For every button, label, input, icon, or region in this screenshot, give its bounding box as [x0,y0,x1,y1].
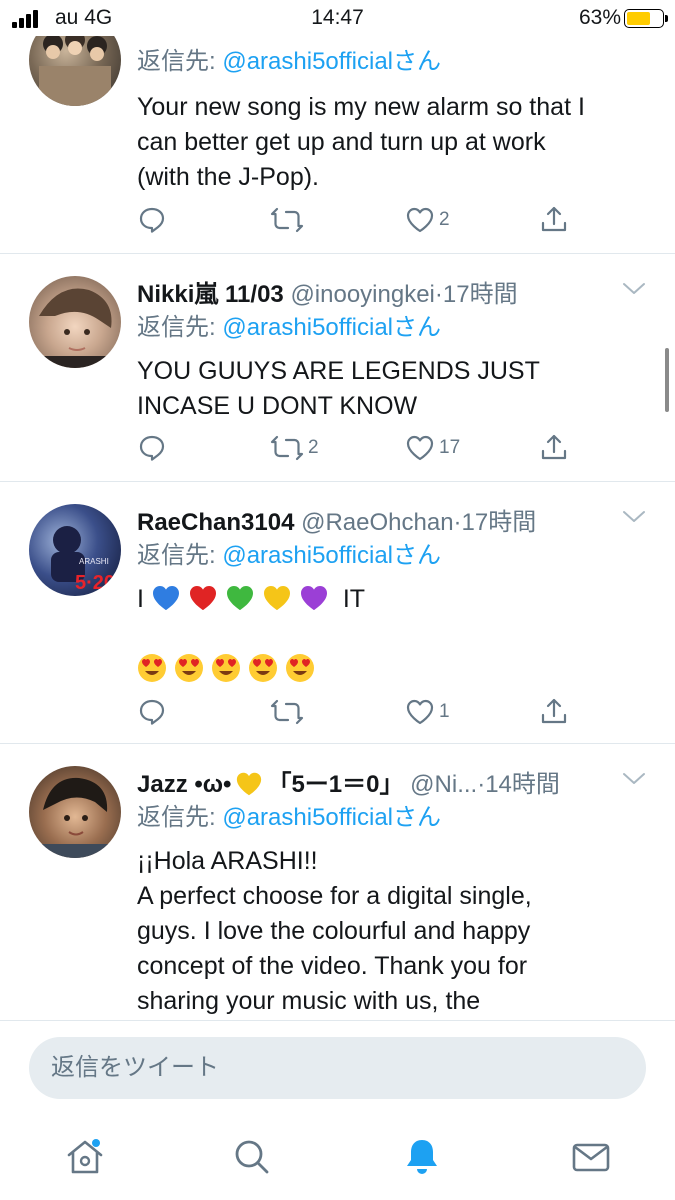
notifications-icon [407,1140,437,1174]
messages-icon [572,1143,610,1172]
handle[interactable]: @inooyingkei [290,281,434,308]
share-button[interactable] [539,428,569,468]
heart-eyes-face-icon [138,654,166,683]
heart-eyes-face-icon [249,654,277,683]
tab-notifications[interactable] [392,1132,452,1182]
separator: · [434,281,443,308]
like-count: 1 [439,701,450,722]
purple-heart-icon [300,586,327,611]
heart-eyes-face-icon [175,654,203,683]
mention-link[interactable]: @arashi5officialさん [222,542,441,569]
timeline[interactable]: 返信先: @arashi5officialさん Your new song is… [0,0,675,1020]
heart-icon [406,207,434,233]
reply-icon [139,435,165,461]
tweet-text: ¡¡Hola ARASHI!! A perfect choose for a d… [137,847,532,1015]
like-count: 2 [439,209,450,230]
tweet-header: Nikki嵐 11/03 @inooyingkei·17時間 [137,274,653,310]
clock: 14:47 [311,6,364,29]
search-icon [235,1140,269,1174]
mention-link[interactable]: @arashi5officialさん [222,314,441,341]
tab-search[interactable] [222,1132,282,1182]
avatar[interactable] [29,766,121,858]
status-bar: au 4G 14:47 63% [0,0,675,36]
notification-dot [92,1139,100,1147]
display-name[interactable]: Nikki嵐 11/03 [137,281,284,308]
blue-heart-icon [152,586,179,611]
separator: · [453,509,462,536]
retweet-icon [270,207,304,233]
share-icon [541,434,567,460]
tweet[interactable]: Jazz •ω• 「5ー1＝0」 @Ni...·14時間 返信先: @arashi… [0,744,675,1020]
scrollbar[interactable] [665,348,669,412]
tweet[interactable]: 返信先: @arashi5officialさん Your new song is… [0,0,675,254]
tweet-text: YOU GUUYS ARE LEGENDS JUST INCASE U DONT… [137,357,540,420]
reply-icon [139,207,165,233]
display-name[interactable]: Jazz •ω• 「5ー1＝0」 [137,771,404,798]
red-heart-icon [189,586,216,611]
retweet-button[interactable] [270,200,308,240]
chevron-down-icon[interactable] [621,506,647,526]
reply-to: 返信先: @arashi5officialさん [137,804,442,831]
reply-button[interactable] [137,692,167,732]
tweet[interactable]: ARASHI 5·20 RaeChan3104 @RaeOhchan·17時間 返… [0,482,675,744]
chevron-down-icon[interactable] [621,768,647,788]
avatar[interactable] [29,276,121,368]
display-name[interactable]: RaeChan3104 [137,509,294,536]
tab-bar [0,1114,675,1200]
mention-link[interactable]: @arashi5officialさん [222,48,441,75]
tweet-text: Your new song is my new alarm so that I … [137,93,585,191]
share-button[interactable] [539,692,569,732]
yellow-heart-icon [237,772,262,795]
mention-link[interactable]: @arashi5officialさん [222,804,441,831]
tweet-text: I IT [137,582,653,687]
reply-input[interactable] [29,1037,646,1099]
handle[interactable]: @Ni... [410,771,477,798]
like-button[interactable]: 1 [405,692,450,732]
share-button[interactable] [539,200,569,240]
tweet-header: RaeChan3104 @RaeOhchan·17時間 [137,502,653,538]
reply-to: 返信先: @arashi5officialさん [137,314,442,341]
heart-eyes-face-icon [212,654,240,683]
tweet[interactable]: Nikki嵐 11/03 @inooyingkei·17時間 返信先: @ara… [0,254,675,482]
handle[interactable]: @RaeOhchan [301,509,453,536]
timestamp: 17時間 [461,509,537,536]
tab-messages[interactable] [561,1132,621,1182]
separator: · [477,771,486,798]
reply-composer [0,1020,675,1114]
battery-icon [624,9,668,28]
reply-icon [139,699,165,725]
home-icon [67,1140,103,1174]
like-count: 17 [439,437,461,458]
timestamp: 17時間 [442,281,518,308]
green-heart-icon [226,586,253,611]
tweet-header: Jazz •ω• 「5ー1＝0」 @Ni...·14時間 [137,764,653,800]
share-icon [541,698,567,724]
retweet-button[interactable] [270,692,308,732]
share-icon [541,206,567,232]
retweet-button[interactable]: 2 [270,428,319,468]
reply-to: 返信先: @arashi5officialさん [137,542,442,569]
retweet-icon [270,435,304,461]
avatar[interactable]: ARASHI 5·20 [29,504,121,596]
heart-icon [406,435,434,461]
tab-home[interactable] [55,1132,115,1182]
reply-button[interactable] [137,428,167,468]
chevron-down-icon[interactable] [621,278,647,298]
svg-text:5·20: 5·20 [75,572,115,594]
like-button[interactable]: 17 [405,428,460,468]
retweet-icon [270,699,304,725]
battery-percent: 63% [578,6,621,29]
heart-icon [406,699,434,725]
reply-button[interactable] [137,200,167,240]
yellow-heart-icon [263,586,290,611]
like-button[interactable]: 2 [405,200,450,240]
retweet-count: 2 [308,437,319,458]
svg-text:ARASHI: ARASHI [79,557,109,566]
heart-eyes-face-icon [286,654,314,683]
timestamp: 14時間 [485,771,560,798]
reply-to: 返信先: @arashi5officialさん [137,48,442,75]
